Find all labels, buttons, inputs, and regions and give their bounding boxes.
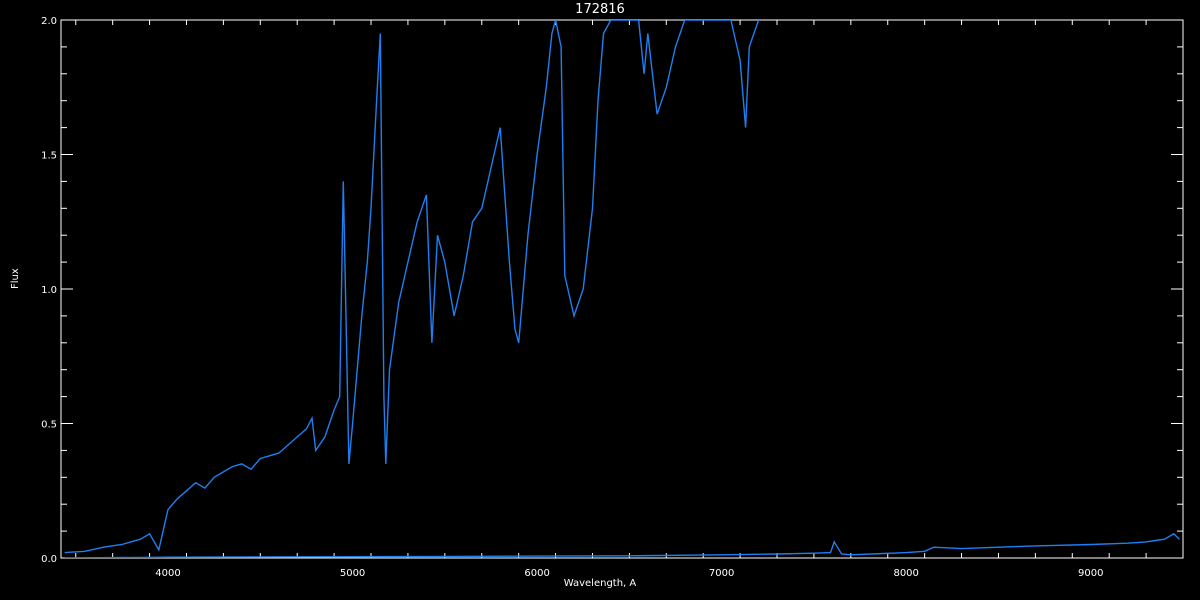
y-tick-label: 1.0: [41, 285, 57, 296]
series-line-2: [64, 532, 1180, 558]
y-tick-label: 0.5: [41, 420, 57, 431]
y-tick-label: 0.0: [41, 554, 57, 565]
y-tick-label: 1.5: [41, 151, 57, 162]
y-axis-ticks: 0.0 0.5 1.0 1.5 2.0: [41, 16, 1183, 565]
y-tick-label: 2.0: [41, 16, 57, 27]
y-axis-label: Flux: [10, 268, 21, 289]
x-axis-ticks: 4000 5000 6000 7000 8000 9000: [75, 20, 1184, 579]
spectrum-chart: 4000 5000 6000 7000 8000 9000 0.0 0.5 1.0 1.5 2.0: [41, 16, 1184, 579]
plot-frame: [60, 19, 1184, 559]
x-axis-label: Wavelength, A: [563, 578, 637, 589]
series-line-1: [64, 20, 760, 554]
chart-title: 172816: [575, 2, 625, 17]
series-layer: [64, 20, 1180, 558]
